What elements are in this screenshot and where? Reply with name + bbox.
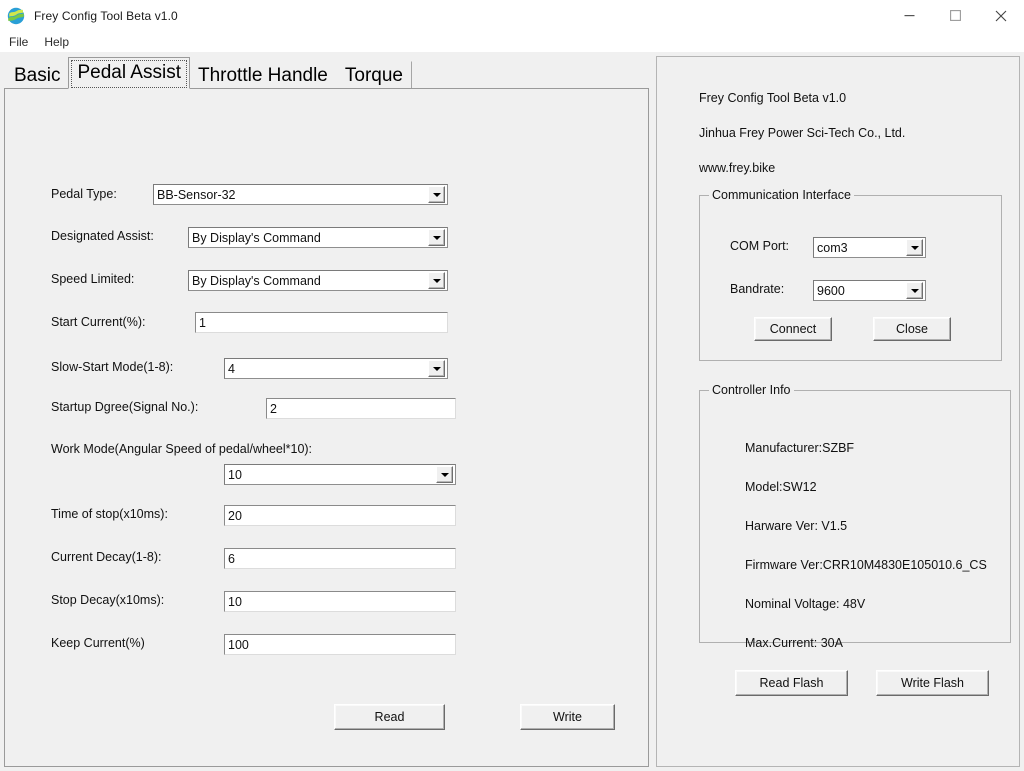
write-button-label: Write: [553, 710, 582, 724]
label-stop-decay: Stop Decay(x10ms):: [51, 593, 165, 607]
group-communication-interface: Communication Interface COM Port: com3 B…: [699, 188, 1002, 361]
label-start-current: Start Current(%):: [51, 315, 146, 329]
app-logo-icon: [7, 6, 25, 25]
info-firmware-version: Firmware Ver:CRR10M4830E105010.6_CS: [745, 558, 987, 572]
input-startup-dgree-value: 2: [270, 401, 277, 416]
chevron-down-icon[interactable]: [906, 239, 923, 256]
tab-torque-label: Torque: [344, 64, 403, 86]
group-controller-info-title: Controller Info: [709, 383, 794, 397]
combo-slow-start-mode[interactable]: 4: [224, 358, 448, 379]
minimize-icon[interactable]: [886, 0, 932, 31]
tab-basic[interactable]: Basic: [4, 61, 70, 89]
input-stop-decay[interactable]: 10: [224, 591, 456, 612]
info-nominal-voltage: Nominal Voltage: 48V: [745, 597, 866, 611]
menu-item-help[interactable]: Help: [37, 33, 76, 51]
tab-basic-label: Basic: [14, 64, 61, 86]
close-connection-button[interactable]: Close: [873, 317, 951, 341]
input-start-current[interactable]: 1: [195, 312, 448, 333]
info-hardware-version: Harware Ver: V1.5: [745, 519, 848, 533]
close-connection-button-label: Close: [896, 322, 928, 336]
chevron-down-icon[interactable]: [428, 186, 445, 203]
tab-throttle-handle[interactable]: Throttle Handle: [188, 61, 337, 89]
input-keep-current[interactable]: 100: [224, 634, 456, 655]
input-time-of-stop[interactable]: 20: [224, 505, 456, 526]
label-speed-limited: Speed Limited:: [51, 272, 135, 286]
group-communication-interface-title: Communication Interface: [709, 188, 854, 202]
tab-pedal-assist-label: Pedal Assist: [77, 62, 181, 83]
combo-designated-assist[interactable]: By Display's Command: [188, 227, 448, 248]
tab-pedal-assist[interactable]: Pedal Assist: [68, 57, 190, 89]
window-title: Frey Config Tool Beta v1.0: [34, 8, 178, 23]
label-keep-current: Keep Current(%): [51, 636, 145, 650]
read-button[interactable]: Read: [334, 704, 445, 730]
tab-page-pedal-assist: Pedal Type: BB-Sensor-32 Designated Assi…: [4, 88, 649, 767]
read-button-label: Read: [374, 710, 405, 724]
input-current-decay[interactable]: 6: [224, 548, 456, 569]
read-flash-button-label: Read Flash: [759, 676, 824, 690]
combo-com-port[interactable]: com3: [813, 237, 926, 258]
maximize-icon[interactable]: [932, 0, 978, 31]
combo-slow-start-mode-value: 4: [228, 361, 235, 376]
brand-company-name: Jinhua Frey Power Sci-Tech Co., Ltd.: [699, 126, 906, 140]
combo-com-port-value: com3: [817, 240, 848, 255]
combo-speed-limited-value: By Display's Command: [192, 273, 321, 288]
label-designated-assist: Designated Assist:: [51, 229, 154, 243]
tab-control: Basic Pedal Assist Throttle Handle Torqu…: [4, 56, 649, 767]
input-start-current-value: 1: [199, 315, 206, 330]
write-button[interactable]: Write: [520, 704, 615, 730]
label-work-mode: Work Mode(Angular Speed of pedal/wheel*1…: [51, 442, 313, 456]
connect-button-label: Connect: [769, 322, 817, 336]
input-startup-dgree[interactable]: 2: [266, 398, 456, 419]
read-flash-button[interactable]: Read Flash: [735, 670, 848, 696]
menu-item-file[interactable]: File: [2, 33, 35, 51]
input-current-decay-value: 6: [228, 551, 235, 566]
input-stop-decay-value: 10: [228, 594, 242, 609]
label-com-port: COM Port:: [730, 239, 790, 253]
brand-product-name: Frey Config Tool Beta v1.0: [699, 91, 847, 105]
close-icon[interactable]: [978, 0, 1024, 31]
write-flash-button-label: Write Flash: [901, 676, 964, 690]
combo-pedal-type-value: BB-Sensor-32: [157, 187, 236, 202]
combo-designated-assist-value: By Display's Command: [192, 230, 321, 245]
menu-bar: File Help: [0, 31, 1024, 52]
chevron-down-icon[interactable]: [428, 272, 445, 289]
combo-pedal-type[interactable]: BB-Sensor-32: [153, 184, 448, 205]
tab-throttle-handle-label: Throttle Handle: [197, 64, 328, 86]
connect-button[interactable]: Connect: [754, 317, 832, 341]
label-startup-dgree: Startup Dgree(Signal No.):: [51, 400, 199, 414]
chevron-down-icon[interactable]: [906, 282, 923, 299]
combo-work-mode-value: 10: [228, 467, 242, 482]
label-time-of-stop: Time of stop(x10ms):: [51, 507, 168, 521]
info-manufacturer: Manufacturer:SZBF: [745, 441, 855, 455]
label-current-decay: Current Decay(1-8):: [51, 550, 162, 564]
info-model: Model:SW12: [745, 480, 817, 494]
chevron-down-icon[interactable]: [428, 229, 445, 246]
input-time-of-stop-value: 20: [228, 508, 242, 523]
combo-bandrate[interactable]: 9600: [813, 280, 926, 301]
label-slow-start-mode: Slow-Start Mode(1-8):: [51, 360, 174, 374]
chevron-down-icon[interactable]: [436, 466, 453, 483]
input-keep-current-value: 100: [228, 637, 249, 652]
tab-torque[interactable]: Torque: [335, 61, 412, 89]
chevron-down-icon[interactable]: [428, 360, 445, 377]
combo-work-mode[interactable]: 10: [224, 464, 456, 485]
title-bar: Frey Config Tool Beta v1.0: [0, 0, 1024, 31]
combo-bandrate-value: 9600: [817, 283, 845, 298]
label-bandrate: Bandrate:: [730, 282, 785, 296]
write-flash-button[interactable]: Write Flash: [876, 670, 989, 696]
side-panel: Frey Config Tool Beta v1.0 Jinhua Frey P…: [656, 56, 1020, 767]
info-max-current: Max.Current: 30A: [745, 636, 843, 650]
client-area: Basic Pedal Assist Throttle Handle Torqu…: [0, 52, 1024, 771]
group-controller-info: Controller Info Manufacturer:SZBF Model:…: [699, 383, 1011, 650]
combo-speed-limited[interactable]: By Display's Command: [188, 270, 448, 291]
brand-website: www.frey.bike: [699, 161, 776, 175]
label-pedal-type: Pedal Type:: [51, 187, 117, 201]
window-controls: [886, 0, 1024, 31]
tab-strip: Basic Pedal Assist Throttle Handle Torqu…: [4, 56, 649, 89]
